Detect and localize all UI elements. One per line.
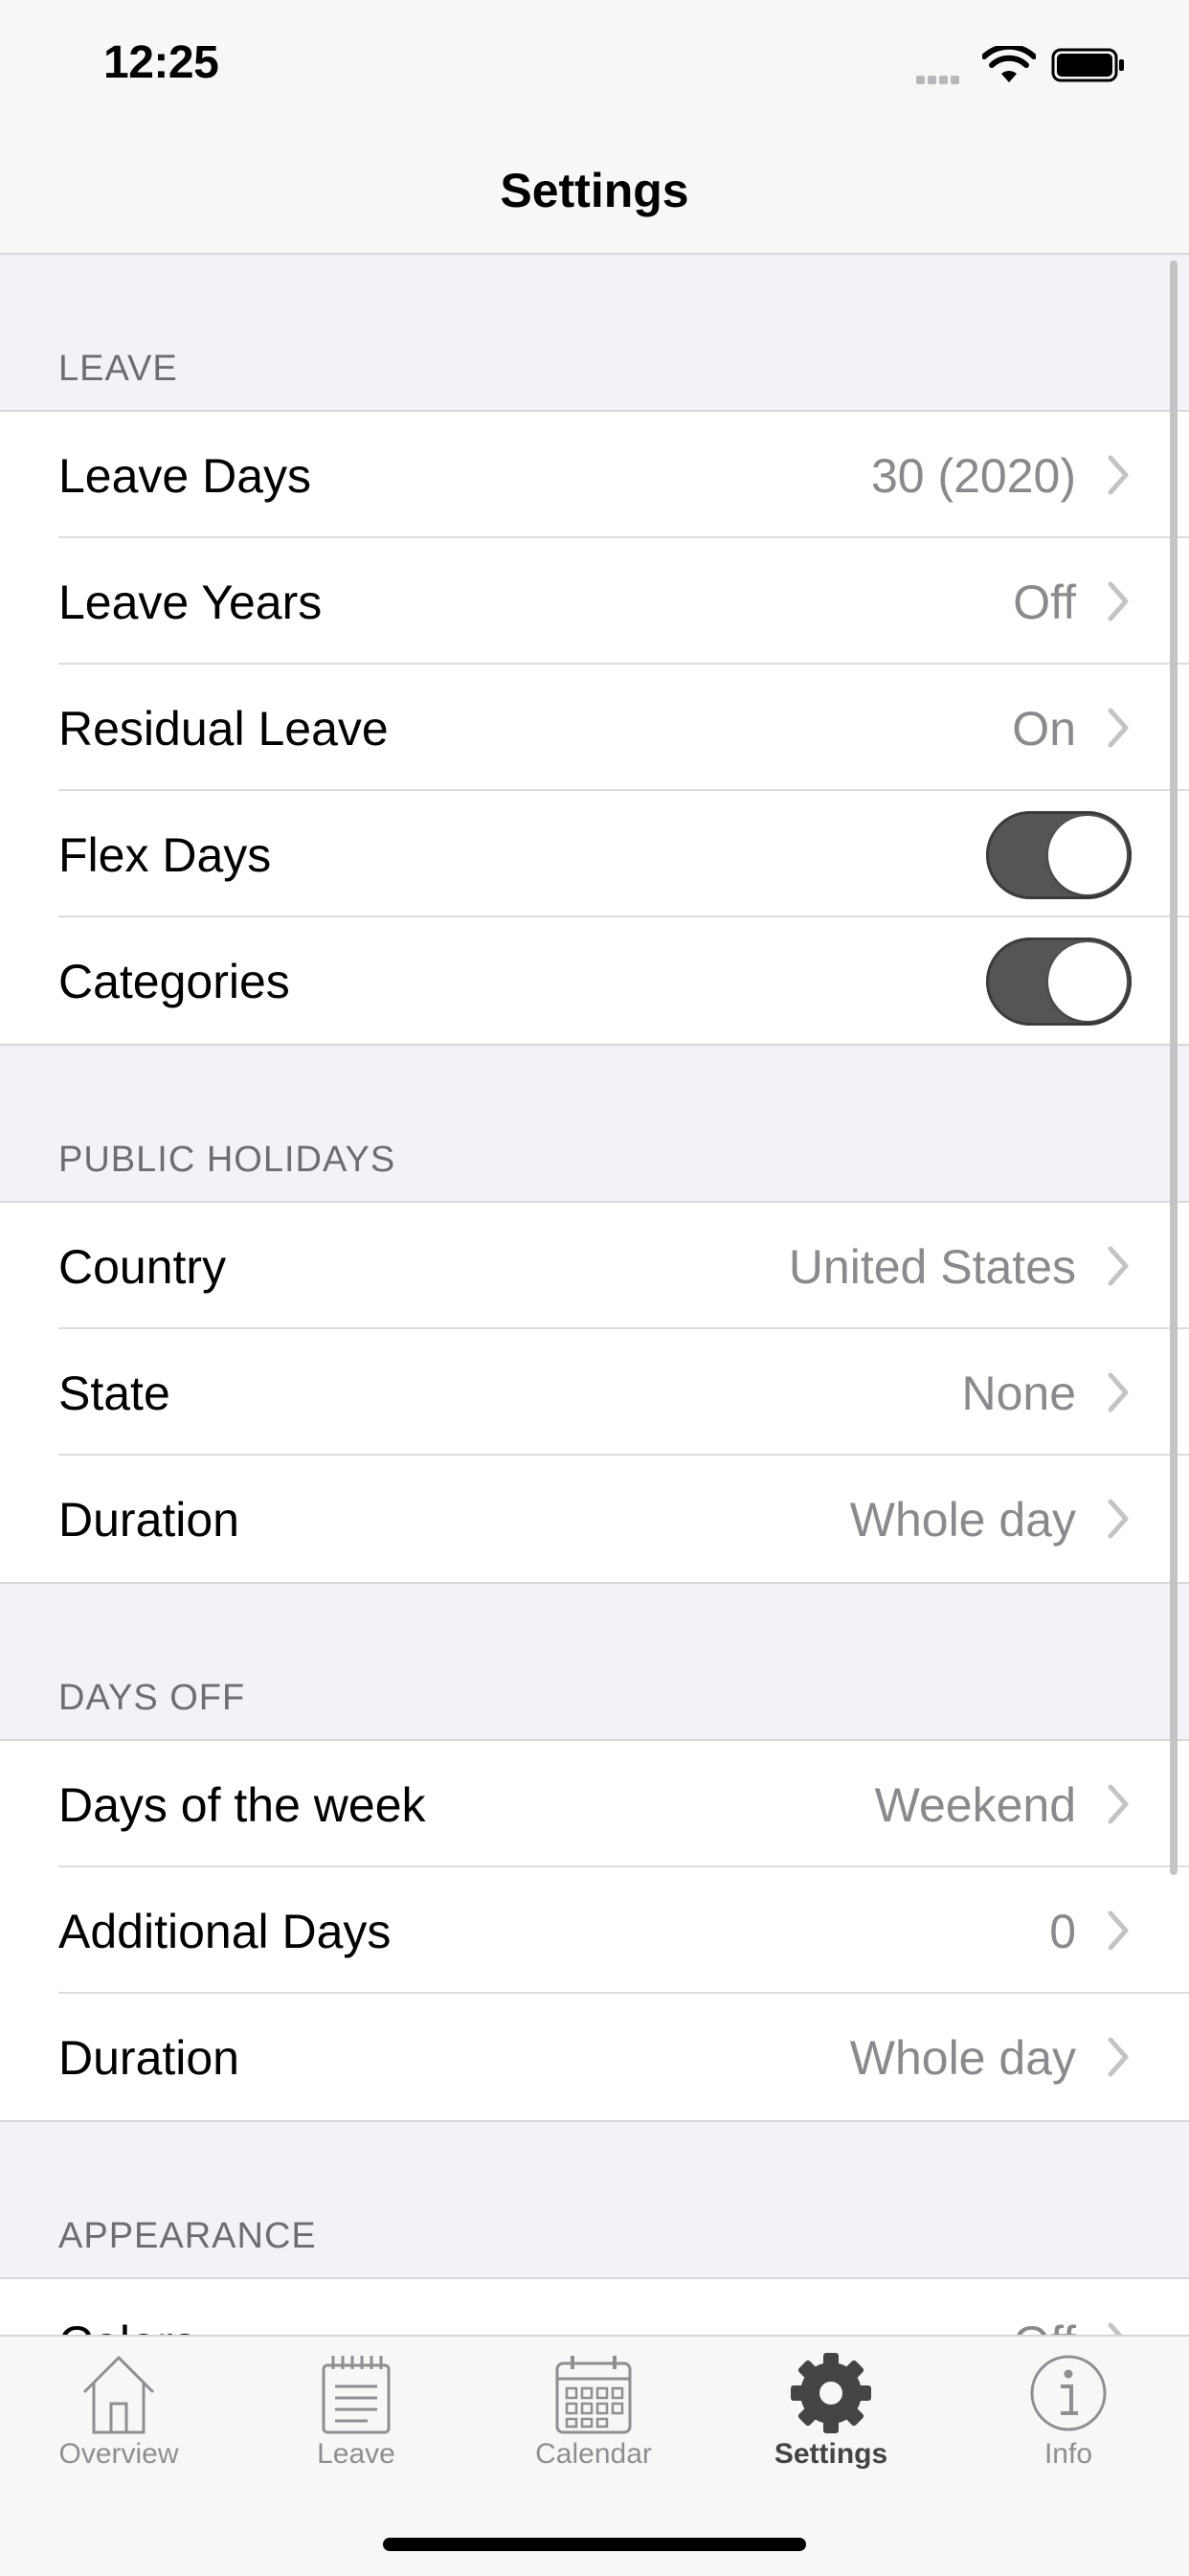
- row-value: 0: [1049, 1905, 1076, 1958]
- row-state[interactable]: State None: [0, 1329, 1189, 1456]
- section-appearance: Colors Off: [0, 2277, 1189, 2335]
- row-value: On: [1012, 702, 1076, 756]
- house-icon: [82, 2356, 155, 2434]
- battery-icon: [1051, 48, 1124, 82]
- cellular-signal-icon: [916, 72, 962, 89]
- row-value: Weekend: [874, 1778, 1076, 1832]
- page-title: Settings: [500, 164, 689, 217]
- row-value: Off: [1013, 576, 1076, 629]
- section-header-public-holidays: PUBLIC HOLIDAYS: [58, 1140, 396, 1180]
- row-label: Additional Days: [58, 1905, 392, 1958]
- row-value: None: [961, 1367, 1076, 1420]
- row-label: Flex Days: [58, 828, 272, 882]
- tab-settings[interactable]: Settings: [712, 2337, 950, 2509]
- row-label: Country: [58, 1240, 227, 1294]
- tab-label: Info: [1043, 2438, 1093, 2470]
- row-colors[interactable]: Colors Off: [0, 2279, 1189, 2335]
- row-label: Colors: [58, 2316, 196, 2335]
- gear-icon: [791, 2353, 871, 2433]
- navigation-bar: Settings: [0, 134, 1189, 255]
- row-leave-years[interactable]: Leave Years Off: [0, 538, 1189, 665]
- tab-calendar[interactable]: Calendar: [475, 2337, 712, 2509]
- section-days-off: Days of the week Weekend Additional Days…: [0, 1739, 1189, 2122]
- status-time: 12:25: [103, 37, 219, 88]
- chevron-right-icon: [1108, 1246, 1129, 1286]
- info-icon: [1030, 2355, 1107, 2431]
- row-label: Categories: [58, 955, 290, 1008]
- chevron-right-icon: [1108, 708, 1129, 748]
- chevron-right-icon: [1108, 1910, 1129, 1951]
- tab-overview[interactable]: Overview: [0, 2337, 237, 2509]
- chevron-right-icon: [1108, 455, 1129, 495]
- row-days-off-duration[interactable]: Duration Whole day: [0, 1994, 1189, 2120]
- tab-label: Calendar: [535, 2438, 652, 2470]
- scrollbar[interactable]: [1170, 260, 1178, 1875]
- row-label: Leave Years: [58, 576, 323, 629]
- row-days-of-week[interactable]: Days of the week Weekend: [0, 1741, 1189, 1867]
- row-additional-days[interactable]: Additional Days 0: [0, 1867, 1189, 1994]
- row-label: Leave Days: [58, 449, 312, 503]
- row-label: Duration: [58, 2031, 239, 2085]
- toggle-knob: [1048, 816, 1127, 894]
- notepad-icon: [322, 2356, 391, 2434]
- section-header-leave: LEAVE: [58, 349, 178, 389]
- settings-list[interactable]: LEAVE Leave Days 30 (2020) Leave Years O…: [0, 255, 1189, 2335]
- row-flex-days: Flex Days: [0, 791, 1189, 917]
- row-categories: Categories: [0, 917, 1189, 1044]
- categories-toggle[interactable]: [986, 938, 1132, 1026]
- calendar-icon: [555, 2356, 632, 2434]
- row-value: 30 (2020): [870, 449, 1076, 503]
- tab-label: Settings: [774, 2438, 888, 2470]
- chevron-right-icon: [1108, 2322, 1123, 2335]
- row-value: Whole day: [849, 2031, 1076, 2085]
- section-header-appearance: APPEARANCE: [58, 2216, 317, 2256]
- row-country[interactable]: Country United States: [0, 1203, 1189, 1329]
- tab-info[interactable]: Info: [950, 2337, 1187, 2509]
- chevron-right-icon: [1108, 1784, 1129, 1824]
- row-residual-leave[interactable]: Residual Leave On: [0, 665, 1189, 791]
- section-header-days-off: DAYS OFF: [58, 1678, 246, 1718]
- row-label: Duration: [58, 1493, 239, 1547]
- row-value: Off: [1013, 2316, 1076, 2335]
- tab-label: Overview: [58, 2438, 179, 2470]
- row-holiday-duration[interactable]: Duration Whole day: [0, 1456, 1189, 1582]
- flex-days-toggle[interactable]: [986, 811, 1132, 899]
- tab-label: Leave: [317, 2438, 395, 2470]
- row-label: State: [58, 1367, 170, 1420]
- tab-leave[interactable]: Leave: [237, 2337, 475, 2509]
- row-label: Days of the week: [58, 1778, 426, 1832]
- row-value: United States: [788, 1240, 1076, 1294]
- row-leave-days[interactable]: Leave Days 30 (2020): [0, 412, 1189, 538]
- chevron-right-icon: [1108, 1372, 1129, 1412]
- section-public-holidays: Country United States State None Duratio…: [0, 1201, 1189, 1584]
- chevron-right-icon: [1108, 581, 1129, 621]
- chevron-right-icon: [1108, 2037, 1129, 2077]
- home-indicator: [383, 2538, 806, 2551]
- row-value: Whole day: [849, 1493, 1076, 1547]
- wifi-icon: [982, 46, 1036, 82]
- chevron-right-icon: [1108, 1499, 1129, 1539]
- toggle-knob: [1048, 942, 1127, 1021]
- status-bar: 12:25: [0, 0, 1189, 134]
- row-label: Residual Leave: [58, 702, 389, 756]
- section-leave: Leave Days 30 (2020) Leave Years Off Res…: [0, 410, 1189, 1046]
